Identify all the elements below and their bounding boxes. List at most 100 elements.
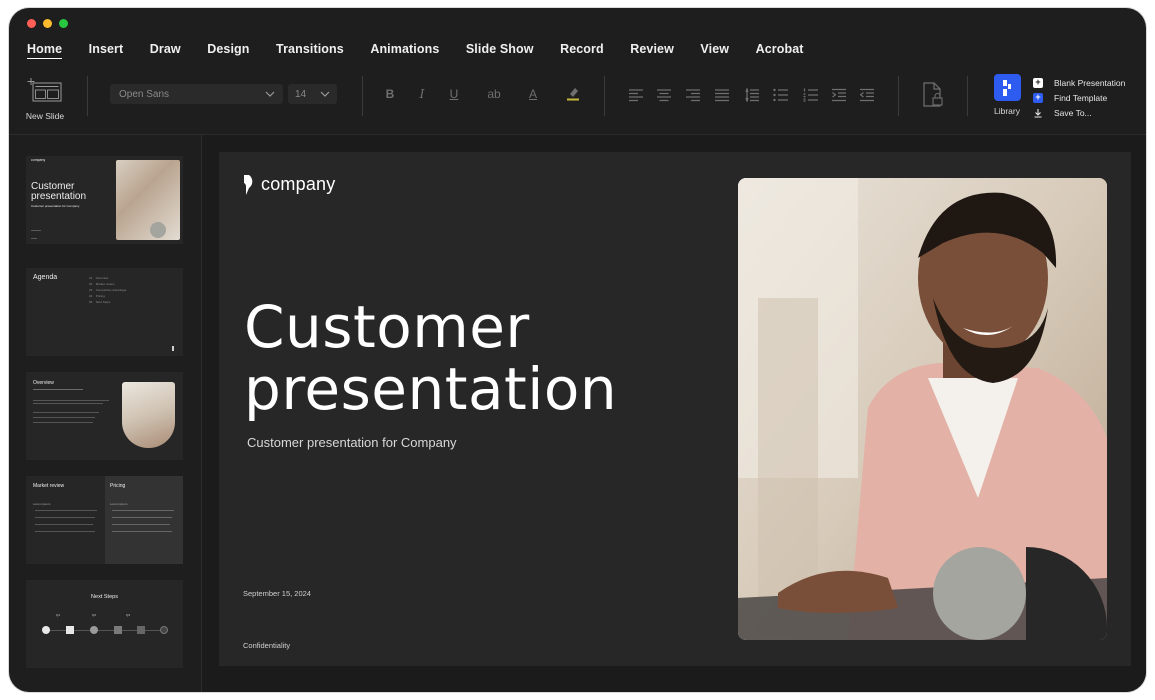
tab-home[interactable]: Home: [27, 42, 63, 59]
thumb-sub-right: Lorem ipsum: [110, 502, 128, 506]
slide-thumbnail-5[interactable]: Next Steps Q1 Q2 Q3: [26, 580, 183, 668]
underline-button[interactable]: U: [446, 87, 462, 101]
tab-draw[interactable]: Draw: [150, 42, 181, 58]
download-icon: [1033, 108, 1043, 118]
slide-thumbnail-2[interactable]: Agenda 01 Overview 02 Market review 03 C…: [26, 268, 183, 356]
thumb-sub-left: Lorem ipsum: [33, 502, 51, 506]
thumb-title: Next Steps: [91, 594, 118, 600]
thumb-text-line: [31, 238, 37, 239]
blank-presentation-label: Blank Presentation: [1054, 77, 1126, 88]
window-controls: [27, 19, 68, 28]
thumb-text-line: [112, 531, 172, 532]
slide-logo: company: [243, 174, 335, 195]
app-window: Home Insert Draw Design Transitions Anim…: [9, 8, 1146, 692]
slide-title[interactable]: Customer presentation: [244, 296, 704, 420]
align-center-icon[interactable]: [657, 88, 672, 102]
font-family-value: Open Sans: [119, 88, 170, 100]
bold-button[interactable]: B: [382, 87, 398, 101]
slide-date[interactable]: September 15, 2024: [243, 589, 311, 598]
bullet-list-icon[interactable]: [773, 88, 788, 102]
tab-record[interactable]: Record: [560, 42, 604, 58]
find-template-label: Find Template: [1054, 92, 1108, 103]
slide-footer[interactable]: Confidentiality: [243, 641, 290, 650]
library-button[interactable]: Library: [991, 74, 1023, 116]
tab-animations[interactable]: Animations: [370, 42, 439, 58]
thumb-title: Agenda: [33, 274, 58, 281]
thumb-timeline: [42, 630, 168, 631]
slide-thumbnail-4[interactable]: Market review Pricing Lorem ipsum Lorem …: [26, 476, 183, 564]
logo-text: company: [261, 174, 336, 194]
current-slide[interactable]: company Customer presentation Customer p…: [219, 152, 1131, 666]
tab-view[interactable]: View: [700, 42, 729, 58]
tab-slide-show[interactable]: Slide Show: [466, 42, 534, 58]
thumb-right-panel: [105, 476, 183, 564]
slide-photo[interactable]: [738, 178, 1107, 640]
zoom-window-button[interactable]: [59, 19, 68, 28]
thumb-text-line: [112, 510, 174, 511]
save-to-button[interactable]: Save To...: [1033, 105, 1125, 120]
slide-thumbnail-3[interactable]: Overview: [26, 372, 183, 460]
minimize-window-button[interactable]: [43, 19, 52, 28]
font-family-select[interactable]: Open Sans: [110, 84, 283, 104]
tab-review[interactable]: Review: [630, 42, 674, 58]
ribbon-toolbar: New Slide Open Sans 14 B I U ab A Librar…: [9, 66, 1146, 135]
library-icon: [993, 74, 1021, 101]
indent-increase-icon[interactable]: [832, 88, 847, 102]
thumb-step: [137, 626, 145, 634]
thumb-subtitle: Customer presentation for Company: [31, 204, 80, 208]
thumb-circle: [150, 222, 166, 238]
indent-decrease-icon[interactable]: [860, 88, 875, 102]
slide-thumbnail-panel: company Customer presentation Customer p…: [9, 135, 202, 692]
plus-box-blue-icon: +: [1033, 92, 1043, 103]
tab-transitions[interactable]: Transitions: [276, 42, 344, 58]
strikethrough-button[interactable]: ab: [484, 87, 504, 101]
thumb-quarter: Q2: [92, 613, 97, 617]
slide-thumbnail-1[interactable]: company Customer presentation Customer p…: [26, 156, 183, 244]
ribbon-divider: [898, 76, 899, 116]
font-size-value: 14: [295, 88, 307, 100]
thumb-text-line: [33, 422, 93, 423]
tab-design[interactable]: Design: [207, 42, 249, 58]
italic-button[interactable]: I: [414, 87, 430, 101]
thumb-step: [114, 626, 122, 634]
new-slide-button[interactable]: New Slide: [25, 78, 65, 121]
align-right-icon[interactable]: [686, 88, 701, 102]
thumb-agenda-list: 01 Overview 02 Market review 03 Competit…: [89, 276, 126, 306]
line-spacing-icon[interactable]: [744, 88, 759, 102]
thumb-text-line: [35, 510, 97, 511]
font-color-button[interactable]: A: [525, 87, 541, 101]
close-window-button[interactable]: [27, 19, 36, 28]
library-label: Library: [994, 106, 1020, 116]
find-template-button[interactable]: + Find Template: [1033, 90, 1125, 105]
numbered-list-icon[interactable]: [803, 88, 818, 102]
chevron-down-icon: [265, 91, 275, 97]
chevron-down-icon: [320, 91, 330, 97]
thumb-text-line: [112, 524, 170, 525]
tab-acrobat[interactable]: Acrobat: [756, 42, 804, 58]
thumb-text-line: [35, 524, 93, 525]
thumb-text-line: [33, 403, 103, 404]
justify-icon[interactable]: [715, 88, 730, 102]
highlight-button[interactable]: [565, 85, 581, 104]
plus-box-icon: +: [1033, 77, 1043, 88]
template-actions: + Blank Presentation + Find Template Sav…: [1033, 75, 1125, 120]
thumb-step: [160, 626, 168, 634]
thumb-agenda-item: 05 Next Steps: [89, 300, 111, 304]
thumb-text-line: [33, 400, 109, 401]
slide-subtitle[interactable]: Customer presentation for Company: [247, 435, 457, 450]
thumb-logo: company: [31, 158, 46, 162]
tab-insert[interactable]: Insert: [89, 42, 124, 58]
ribbon-divider: [87, 76, 88, 116]
blank-presentation-button[interactable]: + Blank Presentation: [1033, 75, 1125, 90]
align-left-icon[interactable]: [629, 88, 644, 102]
slide-title-line2: presentation: [244, 355, 618, 423]
thumb-photo: [122, 382, 175, 448]
highlighter-icon: [567, 88, 579, 101]
thumb-title: Overview: [33, 380, 54, 386]
font-size-select[interactable]: 14: [288, 84, 337, 104]
thumb-text-line: [33, 412, 99, 413]
document-lock-icon[interactable]: [922, 82, 944, 108]
thumb-step: [90, 626, 98, 634]
slide-title-line1: Customer: [244, 293, 530, 361]
ribbon-divider: [967, 76, 968, 116]
